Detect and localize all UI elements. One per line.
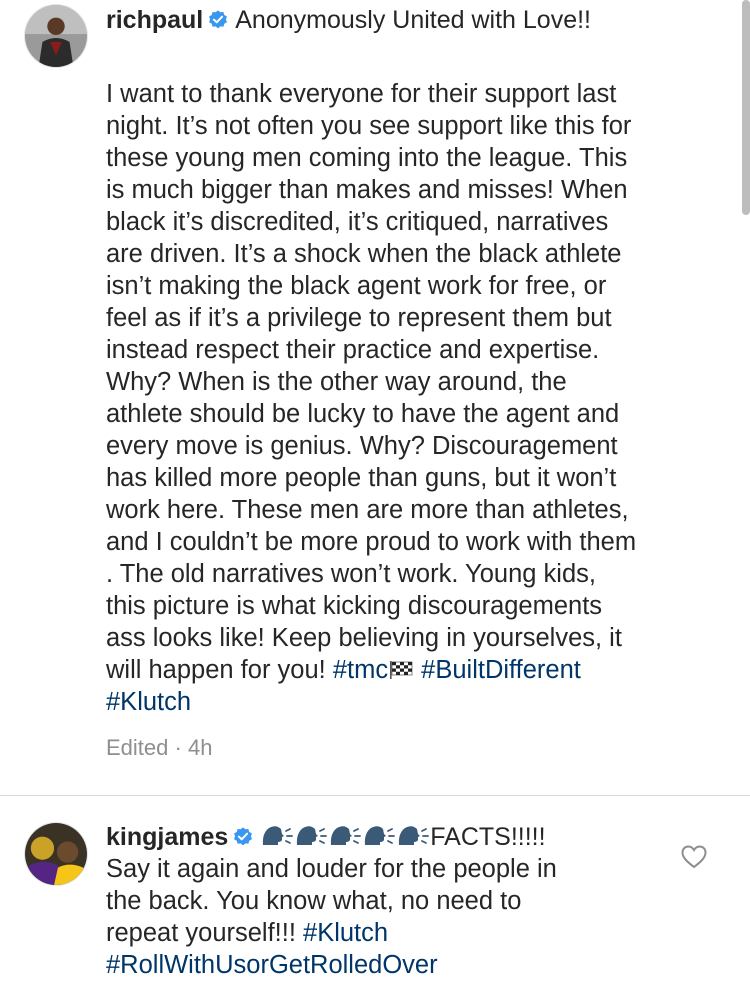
speaking-head-icon <box>294 823 328 849</box>
verified-badge-icon <box>232 826 254 848</box>
comment-line: Say it again and louder for the people i… <box>106 855 557 883</box>
caption-line: Why? When is the other way around, the <box>106 368 567 396</box>
caption-line: these young men coming into the league. … <box>106 144 628 172</box>
caption-line: has killed more people than guns, but it… <box>106 464 617 492</box>
hashtag-builtdifferent-link[interactable]: #BuiltDifferent <box>421 656 581 684</box>
comment-lead-text: FACTS!!!!! <box>430 823 546 851</box>
scrollbar[interactable] <box>742 0 750 215</box>
caption-line: feel as if it’s a privilege to represent… <box>106 304 612 332</box>
caption-line: every move is genius. Why? Discouragemen… <box>106 432 618 460</box>
caption-line: . The old narratives won’t work. Young k… <box>106 560 596 588</box>
hashtag-klutch-link[interactable]: #Klutch <box>106 688 191 716</box>
caption-line: and I couldn’t be more proud to work wit… <box>106 528 637 556</box>
post-timestamp: 4h <box>187 735 213 760</box>
comment-username[interactable]: kingjames <box>106 823 228 851</box>
divider <box>0 795 750 796</box>
hashtag-rollwithus-link[interactable]: #RollWithUsorGetRolledOver <box>106 951 438 979</box>
post-caption-body: I want to thank everyone for their suppo… <box>106 78 726 718</box>
caption-line-text: will happen for you! <box>106 656 333 684</box>
hashtag-tmc-link[interactable]: #tmc <box>333 656 388 684</box>
comment-header: kingjames FACTS!!!!! <box>106 821 546 857</box>
caption-line: I want to thank everyone for their suppo… <box>106 80 617 108</box>
caption-line: ass looks like! Keep believing in yourse… <box>106 624 622 652</box>
comment-line: #RollWithUsorGetRolledOver <box>106 949 666 981</box>
caption-line: is much bigger than makes and misses! Wh… <box>106 176 628 204</box>
speaking-head-icon <box>260 823 294 849</box>
caption-line: will happen for you! #tmc #BuiltDifferen… <box>106 654 726 686</box>
hashtag-klutch-link[interactable]: #Klutch <box>303 919 388 947</box>
chequered-flag-icon <box>388 661 414 679</box>
caption-line: isn’t making the black agent work for fr… <box>106 272 607 300</box>
caption-line: are driven. It’s a shock when the black … <box>106 240 622 268</box>
kingjames-avatar[interactable] <box>24 822 88 886</box>
speaking-head-icon <box>396 823 430 849</box>
speaking-head-icon <box>362 823 396 849</box>
post-username[interactable]: richpaul <box>106 6 203 34</box>
comment-line-text: repeat yourself!!! <box>106 919 304 947</box>
meta-separator: · <box>174 735 182 760</box>
comment-body: Say it again and louder for the people i… <box>106 853 666 981</box>
heart-outline-icon[interactable] <box>681 845 707 869</box>
post-header: richpaul Anonymously United with Love!! <box>106 4 591 36</box>
caption-line: night. It’s not often you see support li… <box>106 112 632 140</box>
caption-line: this picture is what kicking discouragem… <box>106 592 603 620</box>
caption-line: instead respect their practice and exper… <box>106 336 600 364</box>
richpaul-avatar[interactable] <box>24 4 88 68</box>
caption-line: athlete should be lucky to have the agen… <box>106 400 620 428</box>
caption-line: #Klutch <box>106 686 726 718</box>
post-meta: Edited · 4h <box>106 734 212 762</box>
caption-line: work here. These men are more than athle… <box>106 496 629 524</box>
comment-line: repeat yourself!!! #Klutch <box>106 917 666 949</box>
edited-label: Edited <box>106 735 169 760</box>
speaking-head-icon <box>328 823 362 849</box>
verified-badge-icon <box>207 9 229 31</box>
caption-line: black it’s discredited, it’s critiqued, … <box>106 208 609 236</box>
speaking-head-emoji-run <box>260 823 430 857</box>
post-caption-lead: Anonymously United with Love!! <box>235 6 591 34</box>
comment-line: the back. You know what, no need to <box>106 887 522 915</box>
